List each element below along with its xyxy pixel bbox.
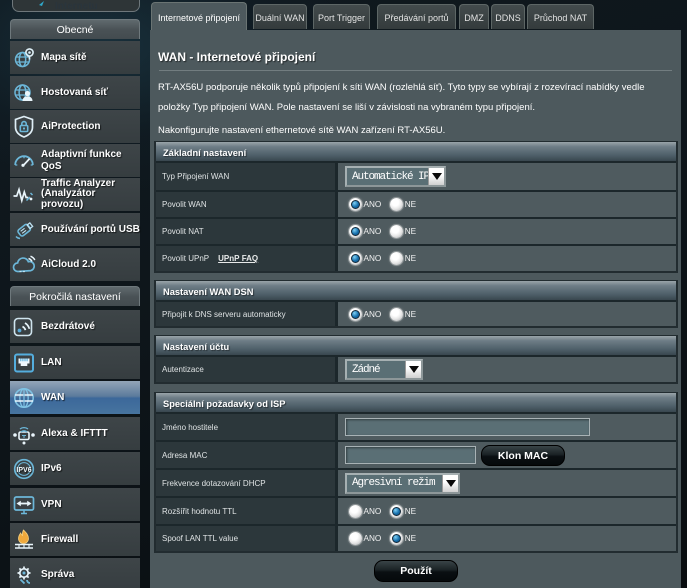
svg-text:IPV6: IPV6 <box>16 466 31 473</box>
svg-text:Internetu: Internetu <box>55 1 98 11</box>
